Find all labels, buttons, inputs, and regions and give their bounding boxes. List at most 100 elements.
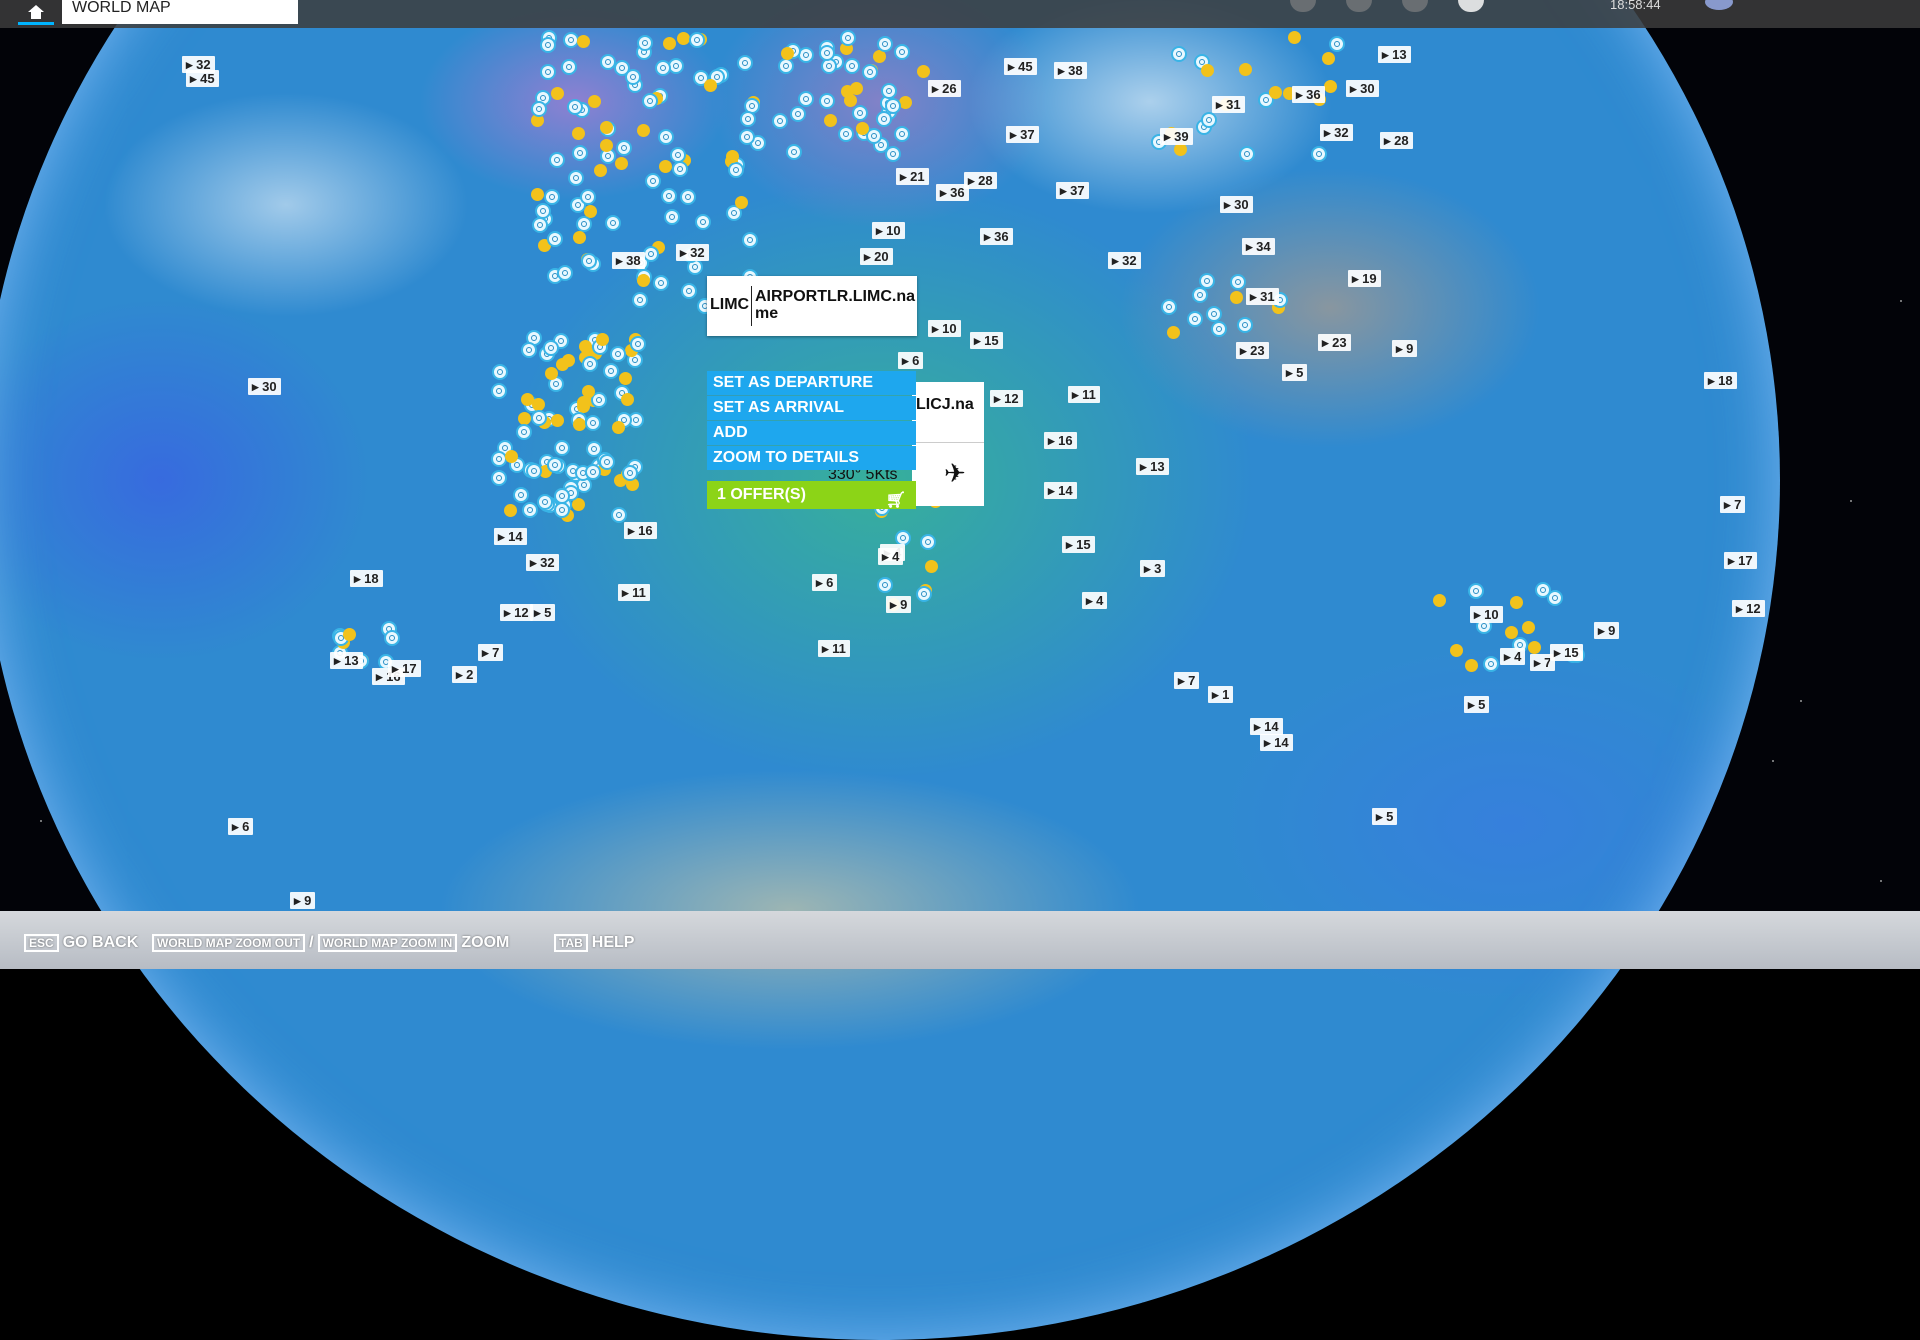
status-icon[interactable] xyxy=(1402,0,1428,12)
weather-alert-icon[interactable] xyxy=(1323,79,1337,93)
airport-marker-icon[interactable] xyxy=(516,423,533,440)
weather-alert-icon[interactable] xyxy=(1166,325,1180,339)
airport-marker-icon[interactable] xyxy=(561,58,578,75)
airport-marker-icon[interactable] xyxy=(530,100,547,117)
airport-marker-icon[interactable] xyxy=(789,106,806,123)
airport-marker-icon[interactable] xyxy=(786,143,803,160)
airport-marker-icon[interactable] xyxy=(915,585,932,602)
weather-alert-icon[interactable] xyxy=(1268,85,1282,99)
airport-marker-icon[interactable] xyxy=(877,35,894,52)
airport-marker-icon[interactable] xyxy=(547,456,564,473)
weather-alert-icon[interactable] xyxy=(593,163,607,177)
weather-alert-icon[interactable] xyxy=(1321,51,1335,65)
airport-marker-icon[interactable] xyxy=(567,98,584,115)
airport-marker-icon[interactable] xyxy=(539,36,556,53)
airport-marker-icon[interactable] xyxy=(585,414,602,431)
airport-marker-icon[interactable] xyxy=(531,409,548,426)
airport-marker-icon[interactable] xyxy=(383,630,400,647)
weather-alert-icon[interactable] xyxy=(1464,659,1478,673)
airport-marker-icon[interactable] xyxy=(571,144,588,161)
airport-marker-icon[interactable] xyxy=(1171,45,1188,62)
airport-marker-icon[interactable] xyxy=(843,57,860,74)
weather-alert-icon[interactable] xyxy=(595,333,609,347)
airport-marker-icon[interactable] xyxy=(680,282,697,299)
airport-marker-icon[interactable] xyxy=(621,464,638,481)
airport-marker-icon[interactable] xyxy=(1206,305,1222,322)
airport-marker-icon[interactable] xyxy=(1198,272,1215,289)
airport-marker-icon[interactable] xyxy=(599,53,616,70)
weather-alert-icon[interactable] xyxy=(532,397,546,411)
offers-button[interactable]: 1 OFFER(S) 🛒︎ xyxy=(707,481,916,509)
add-button[interactable]: ADD xyxy=(707,421,916,445)
weather-alert-icon[interactable] xyxy=(662,36,676,50)
airport-marker-icon[interactable] xyxy=(543,189,560,206)
airport-marker-icon[interactable] xyxy=(631,291,648,308)
airport-marker-icon[interactable] xyxy=(820,58,837,75)
weather-alert-icon[interactable] xyxy=(505,449,519,463)
zoom-to-details-button[interactable]: ZOOM TO DETAILS xyxy=(707,446,916,470)
weather-alert-icon[interactable] xyxy=(518,411,532,425)
weather-alert-icon[interactable] xyxy=(619,371,633,385)
airport-marker-icon[interactable] xyxy=(580,252,597,269)
airport-marker-icon[interactable] xyxy=(598,453,615,470)
airport-marker-icon[interactable] xyxy=(663,209,680,226)
airport-marker-icon[interactable] xyxy=(694,214,711,231)
airport-marker-icon[interactable] xyxy=(1546,590,1563,607)
set-as-arrival-button[interactable]: SET AS ARRIVAL xyxy=(707,396,916,420)
airport-marker-icon[interactable] xyxy=(658,128,675,145)
airport-card-secondary[interactable]: LICJ.na ✈ xyxy=(912,382,984,506)
weather-alert-icon[interactable] xyxy=(850,81,864,95)
home-icon[interactable] xyxy=(18,0,54,24)
weather-alert-icon[interactable] xyxy=(600,120,614,134)
airport-marker-icon[interactable] xyxy=(655,59,672,76)
status-icon[interactable] xyxy=(1458,0,1484,12)
airport-marker-icon[interactable] xyxy=(490,382,507,399)
weather-alert-icon[interactable] xyxy=(1449,644,1463,658)
go-back-hint[interactable]: ESC GO BACK xyxy=(24,934,138,952)
airport-marker-icon[interactable] xyxy=(771,112,788,129)
weather-alert-icon[interactable] xyxy=(824,113,838,127)
airport-marker-icon[interactable] xyxy=(1200,111,1217,128)
weather-alert-icon[interactable] xyxy=(551,413,565,427)
airport-marker-icon[interactable] xyxy=(548,151,565,168)
status-icon[interactable] xyxy=(1346,0,1372,12)
airport-marker-icon[interactable] xyxy=(861,64,878,81)
weather-alert-icon[interactable] xyxy=(725,149,739,163)
airport-marker-icon[interactable] xyxy=(534,202,551,219)
airport-marker-icon[interactable] xyxy=(603,362,620,379)
airport-marker-icon[interactable] xyxy=(605,214,622,231)
help-hint[interactable]: TAB HELP xyxy=(554,934,634,952)
weather-alert-icon[interactable] xyxy=(520,392,534,406)
airport-marker-icon[interactable] xyxy=(553,502,570,519)
weather-alert-icon[interactable] xyxy=(1287,30,1301,44)
airport-marker-icon[interactable] xyxy=(661,187,678,204)
airport-marker-icon[interactable] xyxy=(579,189,596,206)
weather-alert-icon[interactable] xyxy=(734,196,748,210)
status-icon[interactable] xyxy=(1290,0,1316,12)
weather-alert-icon[interactable] xyxy=(1432,593,1446,607)
weather-alert-icon[interactable] xyxy=(544,367,558,381)
airport-marker-icon[interactable] xyxy=(689,31,706,48)
weather-alert-icon[interactable] xyxy=(1229,290,1243,304)
airport-marker-icon[interactable] xyxy=(1237,317,1254,334)
airport-marker-icon[interactable] xyxy=(851,105,868,122)
airport-marker-icon[interactable] xyxy=(1467,582,1484,599)
airport-marker-icon[interactable] xyxy=(818,44,835,61)
airport-marker-icon[interactable] xyxy=(526,462,543,479)
airport-marker-icon[interactable] xyxy=(739,110,756,127)
weather-alert-icon[interactable] xyxy=(614,156,628,170)
airport-marker-icon[interactable] xyxy=(491,469,508,486)
airport-marker-icon[interactable] xyxy=(1310,145,1327,162)
airport-marker-icon[interactable] xyxy=(919,534,936,551)
airport-marker-icon[interactable] xyxy=(1160,299,1177,316)
zoom-hint[interactable]: WORLD MAP ZOOM OUT / WORLD MAP ZOOM IN Z… xyxy=(152,934,509,952)
weather-alert-icon[interactable] xyxy=(843,93,857,107)
weather-alert-icon[interactable] xyxy=(1200,63,1214,77)
set-as-departure-button[interactable]: SET AS DEPARTURE xyxy=(707,371,916,395)
airport-marker-icon[interactable] xyxy=(741,232,758,249)
airport-marker-icon[interactable] xyxy=(546,230,563,247)
weather-alert-icon[interactable] xyxy=(1509,596,1523,610)
airport-marker-icon[interactable] xyxy=(492,363,509,380)
weather-alert-icon[interactable] xyxy=(637,273,651,287)
weather-alert-icon[interactable] xyxy=(600,138,614,152)
